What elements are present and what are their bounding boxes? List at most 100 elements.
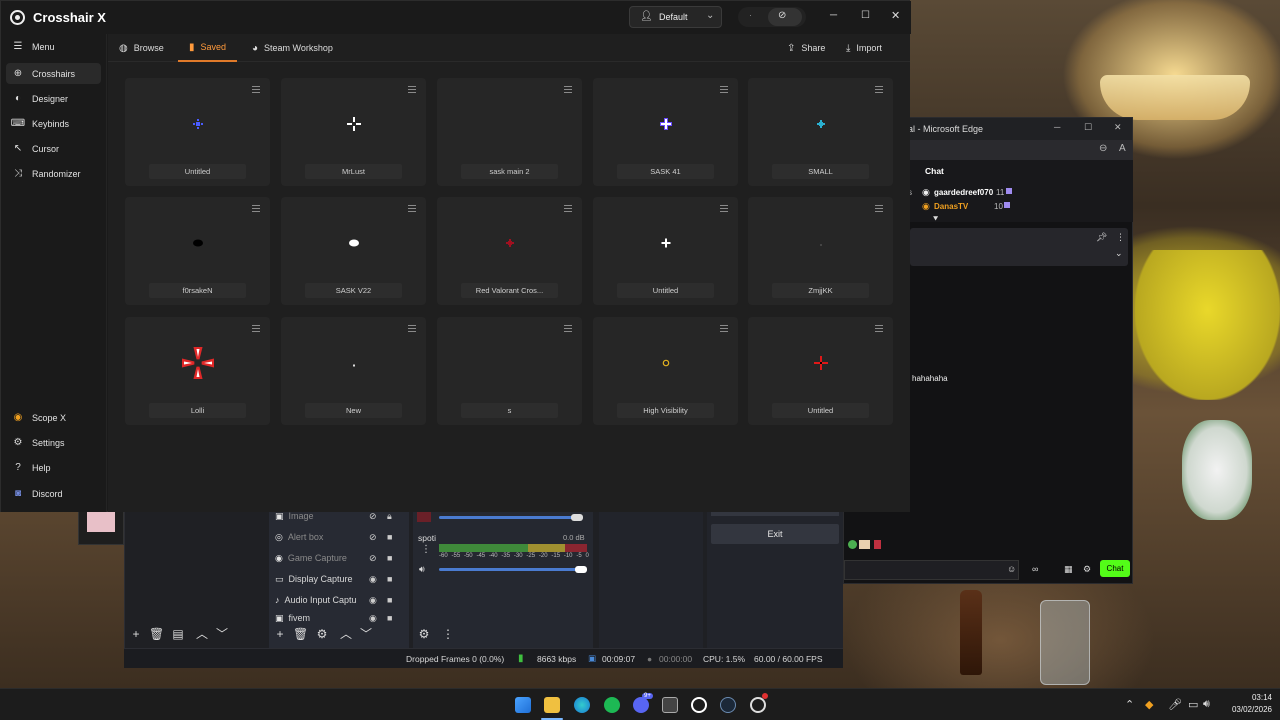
card-menu-icon[interactable] bbox=[564, 205, 572, 212]
crosshair-card[interactable]: MrLust bbox=[281, 78, 426, 186]
crosshair-card[interactable]: SMALL bbox=[748, 78, 893, 186]
link-icon[interactable]: ∞ bbox=[1032, 564, 1038, 574]
exit-button[interactable]: Exit bbox=[711, 524, 839, 544]
start-icon[interactable] bbox=[515, 697, 531, 713]
eye-hidden-icon[interactable]: ⊘ bbox=[369, 553, 377, 564]
crosshair-card[interactable]: ZmjjKK bbox=[748, 197, 893, 305]
obs-source-row[interactable]: ▭ Display Capture ◉ ■ bbox=[269, 570, 399, 588]
crosshair-card[interactable]: New bbox=[281, 317, 426, 425]
close-icon[interactable]: ✕ bbox=[891, 9, 900, 22]
card-menu-icon[interactable] bbox=[252, 86, 260, 93]
crosshair-card[interactable]: High Visibility bbox=[593, 317, 738, 425]
card-menu-icon[interactable] bbox=[252, 205, 260, 212]
chevron-up-icon[interactable]: ⌃ bbox=[1125, 698, 1134, 711]
tab-steam-workshop[interactable]: ◕ Steam Workshop bbox=[241, 34, 344, 62]
sidebar-item-settings[interactable]: ⚙ Settings bbox=[6, 432, 101, 453]
sidebar-item-discord[interactable]: ◙ Discord bbox=[6, 483, 101, 504]
chat-input[interactable]: ☺ bbox=[844, 560, 1019, 580]
chat-tab[interactable]: Chat bbox=[925, 166, 944, 176]
import-button[interactable]: ⤓ Import bbox=[835, 34, 893, 62]
crosshair-card[interactable]: SASK 41 bbox=[593, 78, 738, 186]
maximize-icon[interactable]: ☐ bbox=[861, 10, 870, 21]
card-menu-icon[interactable] bbox=[408, 325, 416, 332]
card-menu-icon[interactable] bbox=[408, 205, 416, 212]
tab-saved[interactable]: ▮ Saved bbox=[178, 34, 238, 62]
crosshair-card[interactable]: Untitled bbox=[125, 78, 270, 186]
lock-icon[interactable]: ■ bbox=[387, 553, 392, 563]
card-menu-icon[interactable] bbox=[564, 325, 572, 332]
volume-slider-handle[interactable] bbox=[571, 514, 583, 521]
maximize-icon[interactable]: ☐ bbox=[1084, 122, 1092, 133]
obs-source-row[interactable]: ◉ Game Capture ⊘ ■ bbox=[269, 549, 399, 567]
mixer-settings-icon[interactable]: ⚙ bbox=[417, 627, 431, 641]
sidebar-item-scope-x[interactable]: ◉ Scope X bbox=[6, 407, 101, 428]
crosshair-card[interactable]: Red Valorant Cros... bbox=[437, 197, 582, 305]
steam-icon[interactable] bbox=[720, 697, 736, 713]
spotify-icon[interactable] bbox=[604, 697, 620, 713]
filter-icon[interactable]: ▤ bbox=[171, 627, 185, 641]
more-vertical-icon[interactable]: ⋮ bbox=[441, 627, 455, 641]
card-menu-icon[interactable] bbox=[875, 86, 883, 93]
speaker-icon[interactable]: 🔊︎ bbox=[1203, 698, 1210, 711]
eye-icon[interactable]: ◉ bbox=[369, 574, 377, 585]
volume-slider[interactable] bbox=[439, 568, 585, 571]
overlay-toggle[interactable]: · ⊘ bbox=[738, 7, 806, 27]
zoom-icon[interactable]: ⊖ bbox=[1099, 143, 1107, 154]
trash-icon[interactable]: 🗑︎ bbox=[293, 627, 308, 641]
chevron-up-icon[interactable]: ︿ bbox=[339, 627, 353, 641]
obs-source-row[interactable]: ◎ Alert box ⊘ ■ bbox=[269, 528, 399, 546]
trash-icon[interactable]: 🗑︎ bbox=[149, 627, 164, 641]
chevron-down-icon[interactable]: ⯆ bbox=[932, 214, 939, 225]
crosshair-card[interactable]: SASK V22 bbox=[281, 197, 426, 305]
more-vertical-icon[interactable]: ⋮ bbox=[1116, 232, 1125, 243]
emote-icon[interactable] bbox=[848, 540, 857, 549]
chevron-up-icon[interactable]: ︿ bbox=[195, 627, 209, 641]
crosshair-card[interactable]: sask main 2 bbox=[437, 78, 582, 186]
sidebar-item-crosshairs[interactable]: ⊕ Crosshairs bbox=[6, 63, 101, 84]
lock-icon[interactable]: ■ bbox=[387, 613, 392, 623]
lock-icon[interactable]: 🔒︎ bbox=[387, 511, 392, 522]
obs-source-row[interactable]: ♪ Audio Input Captu ◉ ■ bbox=[269, 591, 399, 609]
lock-icon[interactable]: ■ bbox=[387, 532, 392, 542]
add-scene-button[interactable]: + bbox=[129, 627, 143, 641]
obs-source-row[interactable]: ▣ fivem ◉ ■ bbox=[269, 612, 399, 624]
chevron-down-icon[interactable]: ﹀ bbox=[215, 627, 229, 641]
clock-date[interactable]: 03/02/2026 bbox=[1222, 705, 1272, 714]
volume-slider[interactable] bbox=[439, 516, 579, 519]
close-icon[interactable]: ✕ bbox=[1114, 122, 1122, 133]
emote-icon[interactable] bbox=[874, 540, 881, 549]
minimize-icon[interactable]: ─ bbox=[1054, 122, 1060, 132]
card-menu-icon[interactable] bbox=[408, 86, 416, 93]
chat-send-button[interactable]: Chat bbox=[1100, 560, 1130, 577]
gear-icon[interactable]: ⚙ bbox=[1083, 564, 1091, 575]
card-menu-icon[interactable] bbox=[720, 325, 728, 332]
speaker-icon[interactable]: 🔊︎ bbox=[419, 564, 425, 575]
eye-hidden-icon[interactable]: ⊘ bbox=[369, 532, 377, 543]
card-menu-icon[interactable] bbox=[720, 205, 728, 212]
crosshair-card[interactable]: Untitled bbox=[748, 317, 893, 425]
sidebar-item-keybinds[interactable]: ⌨ Keybinds bbox=[6, 113, 101, 134]
pin-icon[interactable]: 📌︎ bbox=[1096, 232, 1107, 243]
gear-icon[interactable]: ⚙ bbox=[315, 627, 329, 641]
sidebar-item-randomizer[interactable]: ⤨ Randomizer bbox=[6, 163, 101, 184]
card-menu-icon[interactable] bbox=[252, 325, 260, 332]
more-vertical-icon[interactable]: ⋮ bbox=[421, 544, 431, 555]
crosshair-card[interactable]: s bbox=[437, 317, 582, 425]
menu-toggle[interactable]: ☰ Menu bbox=[6, 36, 101, 57]
volume-slider-handle[interactable] bbox=[575, 566, 587, 573]
discord-icon[interactable] bbox=[633, 697, 649, 713]
card-menu-icon[interactable] bbox=[875, 205, 883, 212]
tab-browse[interactable]: ◍ Browse bbox=[108, 34, 175, 62]
monitor-icon[interactable]: ▭ bbox=[1188, 698, 1198, 711]
chevron-down-icon[interactable]: ﹀ bbox=[359, 627, 373, 641]
lock-icon[interactable]: ■ bbox=[387, 595, 392, 605]
crosshairx-taskbar-icon[interactable] bbox=[691, 697, 707, 713]
microphone-icon[interactable]: 🎤︎ bbox=[1168, 698, 1182, 711]
read-aloud-icon[interactable]: A bbox=[1119, 143, 1126, 154]
lock-icon[interactable]: ■ bbox=[387, 574, 392, 584]
emote-icon[interactable] bbox=[859, 540, 870, 549]
card-menu-icon[interactable] bbox=[875, 325, 883, 332]
crosshair-card[interactable]: Untitled bbox=[593, 197, 738, 305]
tray-app-icon[interactable]: ◆ bbox=[1145, 698, 1153, 711]
clock-time[interactable]: 03:14 bbox=[1232, 693, 1272, 702]
